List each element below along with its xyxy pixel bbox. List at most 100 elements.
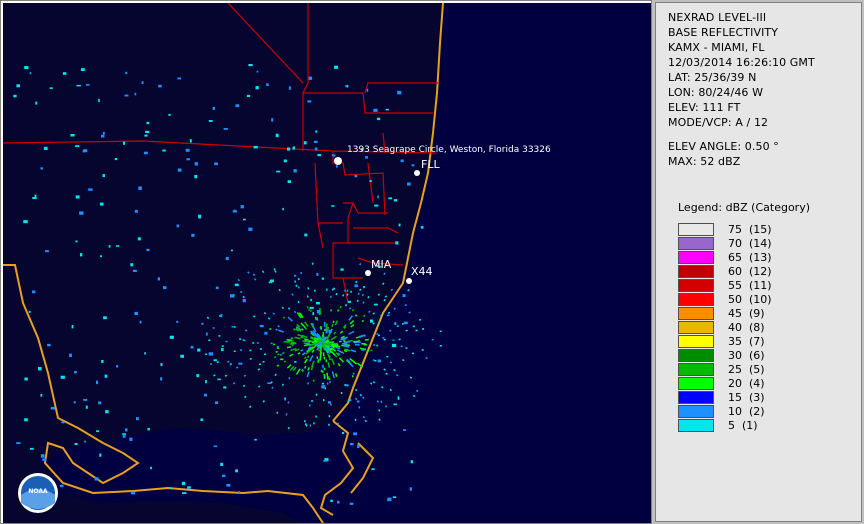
- marker-x44[interactable]: [406, 278, 412, 284]
- echo-pixel: [76, 84, 81, 87]
- echo-pixel: [376, 344, 379, 347]
- echo-pixel: [373, 303, 378, 306]
- echo-pixel: [116, 365, 119, 368]
- legend-label: 55 (11): [728, 279, 772, 292]
- echo-pixel: [185, 148, 190, 152]
- echo-pixel: [387, 497, 392, 502]
- echo-pixel: [134, 209, 138, 213]
- echo-pixel: [377, 359, 381, 363]
- echo-pixel: [329, 381, 331, 384]
- echo-pixel: [88, 188, 93, 191]
- legend-row: 15 (3): [678, 391, 858, 405]
- echo-pixel: [392, 496, 397, 499]
- legend-label: 15 (3): [728, 391, 765, 404]
- legend-swatch: [678, 223, 714, 236]
- product-title-line2: BASE REFLECTIVITY: [668, 26, 779, 39]
- echo-pixel: [83, 399, 88, 401]
- echo-pixel: [322, 370, 324, 373]
- product-title-line1: NEXRAD LEVEL-III: [668, 11, 767, 24]
- echo-pixel: [307, 100, 312, 103]
- legend-label: 75 (15): [728, 223, 772, 236]
- echo-pixel: [73, 401, 76, 404]
- echo-pixel: [62, 72, 67, 75]
- echo-pixel: [398, 338, 401, 341]
- echo-pixel: [304, 423, 307, 426]
- echo-pixel: [137, 237, 141, 241]
- echo-pixel: [407, 182, 411, 186]
- echo-pixel: [197, 348, 201, 352]
- echo-pixel: [273, 343, 276, 346]
- echo-pixel: [314, 147, 318, 151]
- echo-pixel: [373, 344, 376, 346]
- legend-row: 60 (12): [678, 265, 858, 279]
- echo-pixel: [240, 349, 243, 351]
- legend-label: 10 (2): [728, 405, 765, 418]
- echo-pixel: [398, 223, 401, 227]
- echo-pixel: [439, 345, 442, 347]
- legend-swatch: [678, 265, 714, 278]
- echo-pixel: [303, 342, 306, 345]
- echo-pixel: [196, 374, 200, 378]
- echo-pixel: [239, 338, 242, 340]
- echo-pixel: [316, 302, 320, 305]
- echo-pixel: [304, 233, 308, 237]
- echo-pixel: [104, 374, 108, 378]
- echo-pixel: [75, 195, 80, 199]
- echo-pixel: [32, 290, 36, 294]
- echo-pixel: [328, 415, 331, 418]
- echo-pixel: [410, 460, 413, 464]
- echo-pixel: [144, 134, 148, 137]
- echo-pixel: [61, 421, 65, 424]
- echo-pixel: [176, 224, 180, 228]
- echo-pixel: [290, 341, 296, 344]
- echo-pixel: [13, 94, 17, 98]
- noaa-logo-text: NOAA: [28, 488, 48, 495]
- echo-pixel: [243, 218, 246, 221]
- echo-pixel: [331, 154, 336, 157]
- legend-row: 40 (8): [678, 321, 858, 335]
- echo-pixel: [222, 474, 226, 477]
- legend-row: 75 (15): [678, 223, 858, 237]
- echo-pixel: [163, 286, 167, 290]
- echo-pixel: [356, 400, 360, 403]
- echo-pixel: [357, 444, 360, 449]
- radar-map[interactable]: 1393 Seagrape Circle, Weston, Florida 33…: [3, 3, 651, 523]
- echo-pixel: [204, 353, 208, 356]
- legend-label: 70 (14): [728, 237, 772, 250]
- station-lon: LON: 80/24/46 W: [668, 86, 764, 99]
- echo-pixel: [323, 336, 325, 340]
- legend-row: 70 (14): [678, 237, 858, 251]
- echo-pixel: [439, 330, 442, 333]
- echo-pixel: [102, 131, 105, 135]
- echo-pixel: [176, 320, 179, 323]
- echo-pixel: [353, 432, 357, 436]
- marker-weston[interactable]: [334, 157, 342, 165]
- echo-pixel: [293, 169, 297, 173]
- echo-pixel: [115, 245, 120, 247]
- echo-pixel: [386, 314, 390, 317]
- echo-pixel: [328, 423, 330, 426]
- echo-pixel: [259, 324, 264, 328]
- echo-pixel: [323, 399, 325, 402]
- echo-pixel: [47, 343, 51, 347]
- echo-pixel: [70, 134, 75, 137]
- echo-pixel: [287, 180, 291, 183]
- echo-pixel: [409, 487, 412, 491]
- echo-pixel: [309, 306, 314, 309]
- label-mia: MIA: [371, 258, 392, 271]
- echo-pixel: [214, 162, 218, 166]
- echo-pixel: [123, 141, 125, 145]
- max-reflectivity: MAX: 52 dBZ: [668, 155, 741, 168]
- legend-swatch: [678, 321, 714, 334]
- echo-pixel: [361, 348, 365, 351]
- echo-pixel: [208, 352, 214, 356]
- echo-pixel: [215, 286, 219, 290]
- echo-pixel: [324, 328, 326, 332]
- echo-pixel: [98, 98, 100, 102]
- legend-swatch: [678, 419, 714, 432]
- marker-fll[interactable]: [414, 170, 420, 176]
- echo-pixel: [266, 83, 269, 86]
- echo-pixel: [38, 367, 42, 371]
- echo-pixel: [323, 460, 328, 462]
- echo-pixel: [85, 405, 88, 409]
